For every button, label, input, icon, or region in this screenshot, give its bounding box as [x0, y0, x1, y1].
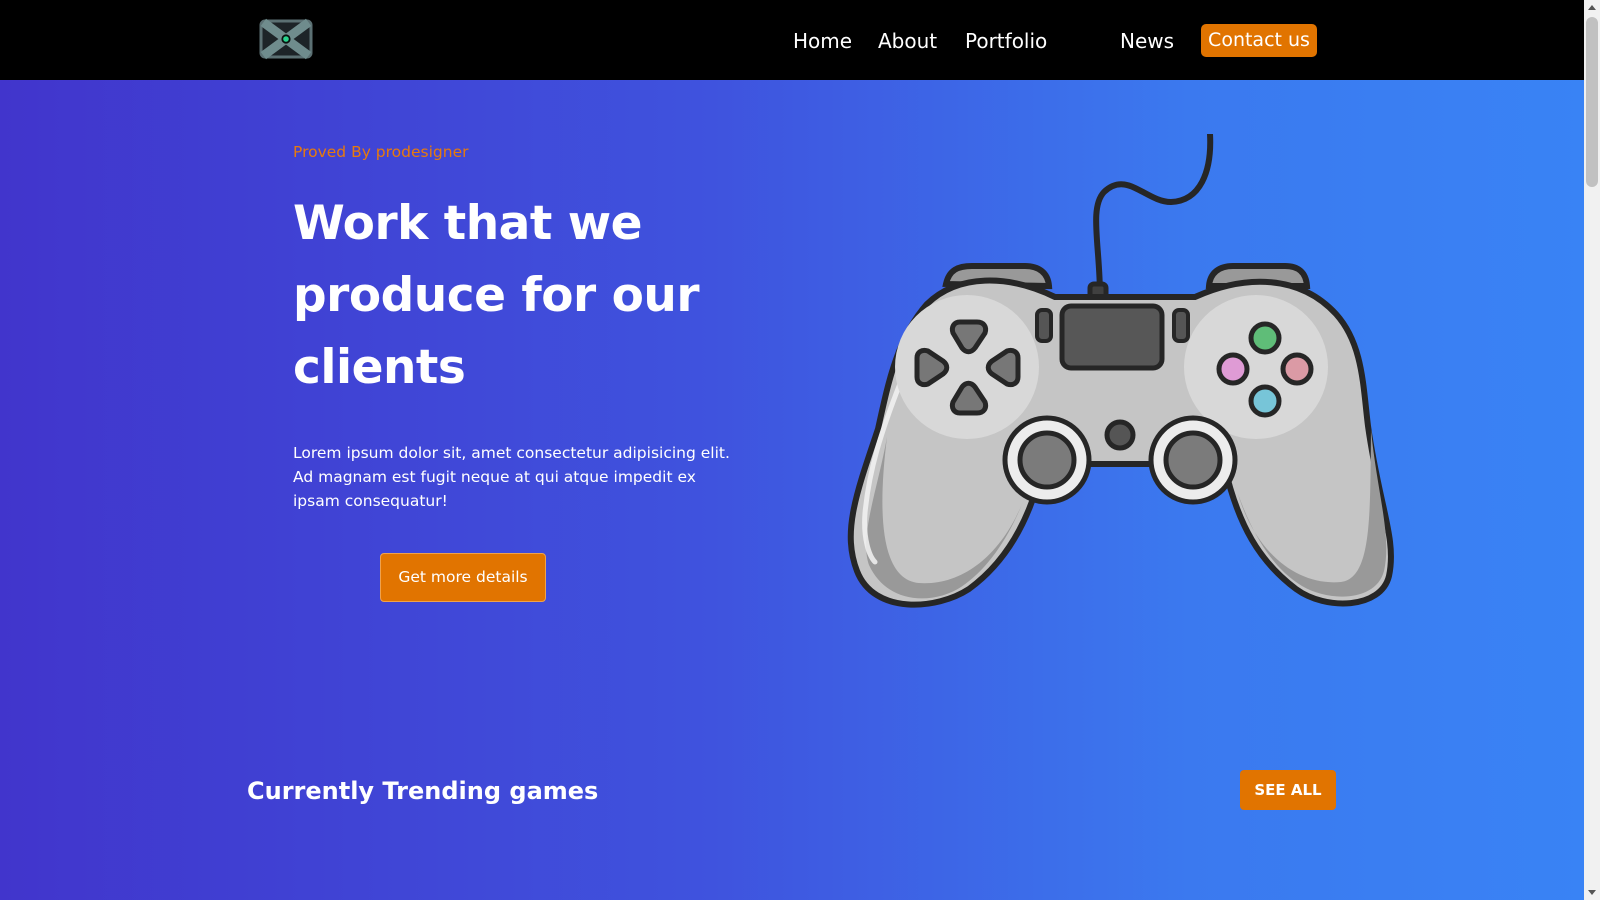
hero-title: Work that we produce for our clients: [293, 196, 700, 395]
nav-news[interactable]: News: [1120, 28, 1174, 54]
trending-games-title: Currently Trending games: [247, 777, 599, 805]
nav-home[interactable]: Home: [793, 28, 852, 54]
scroll-up-icon[interactable]: [1584, 0, 1600, 16]
get-more-details-button[interactable]: Get more details: [380, 553, 546, 602]
see-all-button[interactable]: SEE ALL: [1240, 770, 1336, 810]
scrollbar-thumb[interactable]: [1586, 17, 1598, 187]
contact-button[interactable]: Contact us: [1201, 24, 1317, 57]
nav-portfolio[interactable]: Portfolio: [965, 28, 1047, 54]
nav-about[interactable]: About: [878, 28, 937, 54]
vertical-scrollbar[interactable]: [1584, 0, 1600, 900]
scroll-down-icon[interactable]: [1584, 884, 1600, 900]
hero-description: Lorem ipsum dolor sit, amet consectetur …: [293, 444, 730, 510]
x-logo-icon[interactable]: [259, 18, 313, 60]
hero-kicker: Proved By prodesigner: [293, 143, 469, 161]
top-navigation: Home About Portfolio News Contact us: [0, 0, 1584, 80]
game-controller-icon: [847, 134, 1394, 608]
